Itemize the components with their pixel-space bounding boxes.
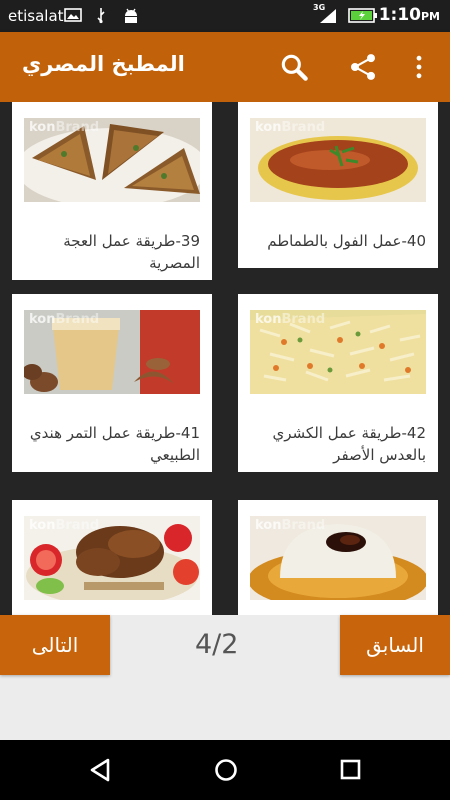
previous-button[interactable]: السابق: [340, 615, 450, 675]
app-bar: المطبخ المصري: [0, 32, 450, 102]
recipe-card-44[interactable]: konBrand: [238, 500, 438, 615]
recipe-thumbnail: konBrand: [250, 516, 426, 600]
back-icon[interactable]: [86, 755, 116, 785]
watermark: konBrand: [29, 120, 100, 135]
recipe-grid: konBrand 39-طريقة عمل العجة المصرية konB…: [0, 102, 450, 615]
recipe-thumbnail: konBrand: [250, 310, 426, 394]
recipe-card-40[interactable]: konBrand 40-عمل الفول بالطماطم: [238, 102, 438, 268]
clock: 1:10PM: [378, 5, 440, 25]
home-icon[interactable]: [211, 755, 241, 785]
recipe-card-43[interactable]: konBrand: [12, 500, 212, 615]
page-indicator: 4/2: [195, 629, 239, 660]
watermark: konBrand: [255, 312, 326, 327]
usb-icon: [92, 6, 110, 24]
pager-bar: التالى 4/2 السابق: [0, 615, 450, 740]
recipe-thumbnail: konBrand: [24, 310, 200, 394]
app-title: المطبخ المصري: [22, 52, 185, 76]
battery-icon: [348, 6, 378, 24]
recipe-title: 40-عمل الفول بالطماطم: [267, 232, 426, 250]
recipe-thumbnail: konBrand: [250, 118, 426, 202]
carrier-name: etisalat: [8, 7, 64, 25]
recipe-card-42[interactable]: konBrand 42-طريقة عمل الكشري بالعدس الأص…: [238, 294, 438, 472]
recents-icon[interactable]: [336, 755, 366, 785]
recipe-title: 39-طريقة عمل العجة المصرية: [63, 232, 200, 272]
recipe-thumbnail: konBrand: [24, 118, 200, 202]
watermark: konBrand: [29, 312, 100, 327]
status-bar: etisalat 3G 1:10PM: [0, 0, 450, 32]
signal-icon: [318, 6, 338, 24]
watermark: konBrand: [29, 518, 100, 533]
search-icon[interactable]: [276, 49, 312, 85]
recipe-title: 42-طريقة عمل الكشري بالعدس الأصفر: [272, 424, 426, 464]
watermark: konBrand: [255, 518, 326, 533]
share-icon[interactable]: [345, 49, 381, 85]
recipe-card-39[interactable]: konBrand 39-طريقة عمل العجة المصرية: [12, 102, 212, 280]
system-nav-bar: [0, 740, 450, 800]
watermark: konBrand: [255, 120, 326, 135]
gallery-icon: [64, 6, 82, 24]
recipe-thumbnail: konBrand: [24, 516, 200, 600]
recipe-card-41[interactable]: konBrand 41-طريقة عمل التمر هندي الطبيعي: [12, 294, 212, 472]
next-button[interactable]: التالى: [0, 615, 110, 675]
android-debug-icon: [122, 6, 140, 24]
overflow-menu-icon[interactable]: [404, 49, 434, 85]
recipe-title: 41-طريقة عمل التمر هندي الطبيعي: [29, 424, 200, 464]
